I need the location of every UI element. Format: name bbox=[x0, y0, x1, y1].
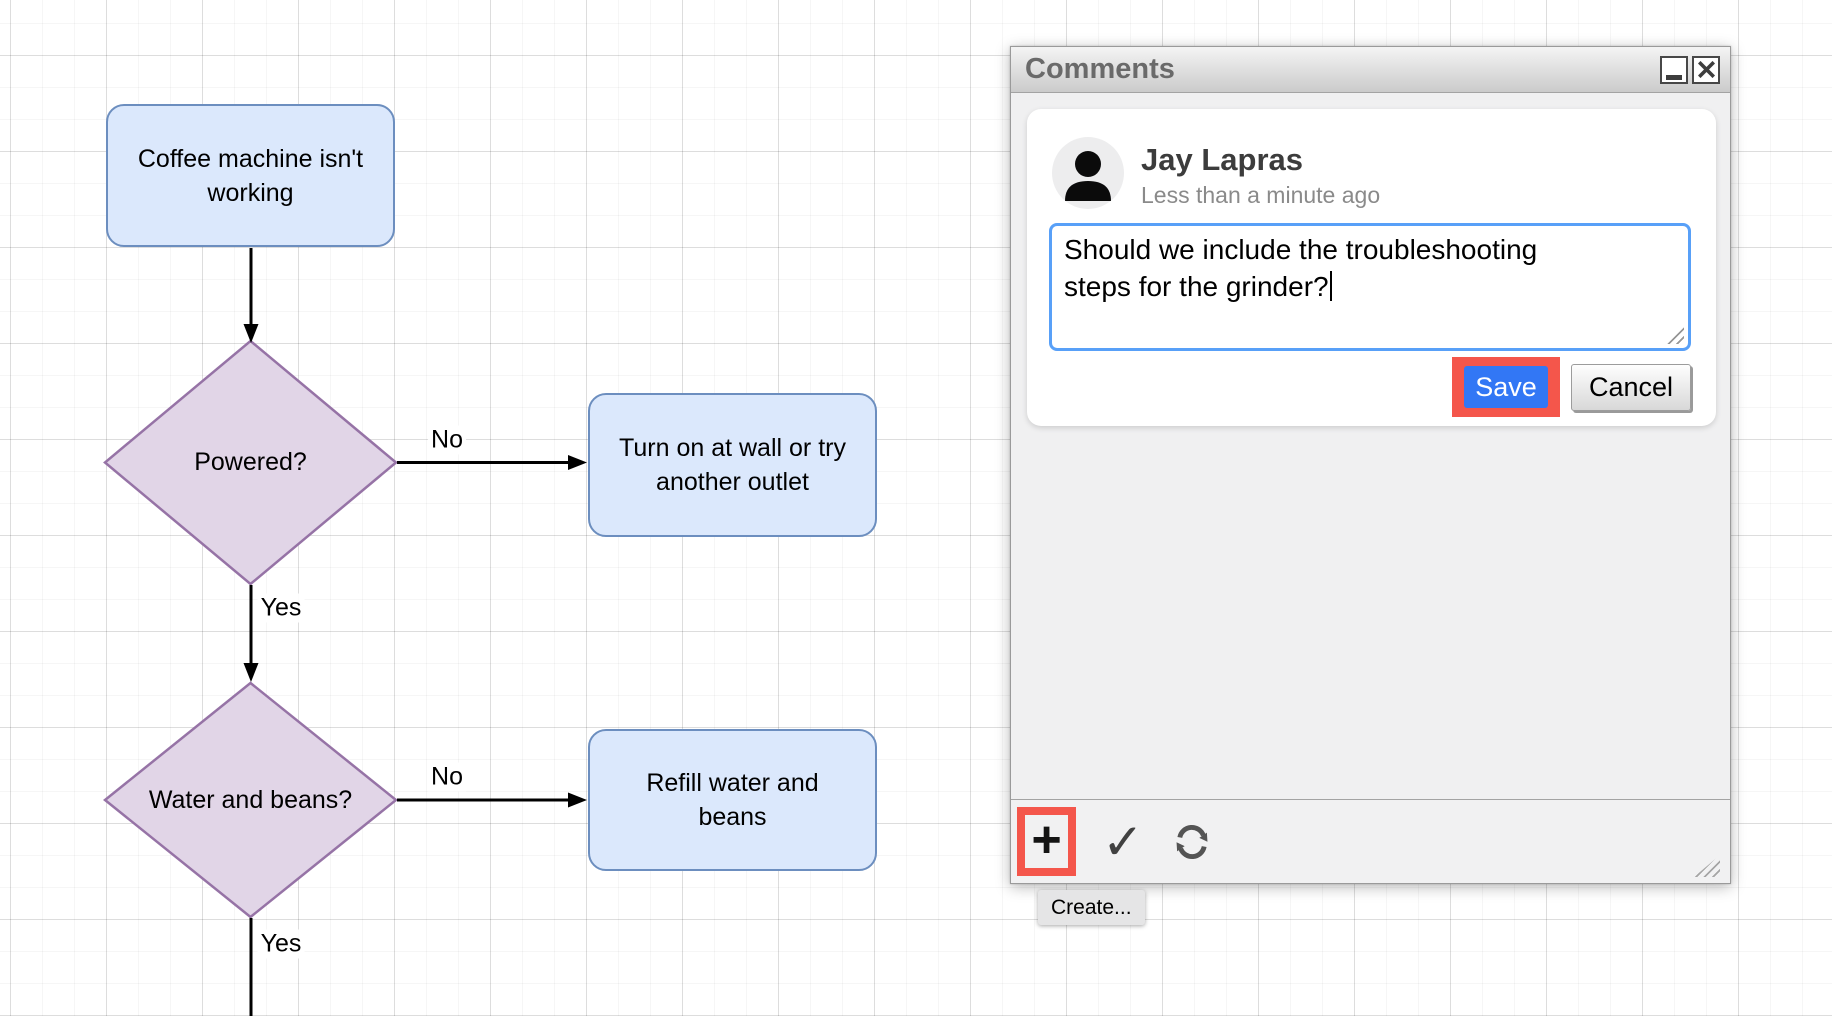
window-controls bbox=[1660, 56, 1720, 84]
arrowhead-powered-no bbox=[568, 455, 587, 470]
text-cursor bbox=[1330, 271, 1333, 301]
comment-meta: Jay Lapras Less than a minute ago bbox=[1141, 137, 1380, 210]
comments-title: Comments bbox=[1025, 53, 1175, 86]
refresh-comments-button[interactable] bbox=[1172, 822, 1212, 862]
node-label: Refill water and beans bbox=[616, 766, 849, 834]
node-label: Coffee machine isn't working bbox=[134, 142, 367, 210]
arrowhead-water-no bbox=[568, 793, 587, 808]
arrowhead-start-powered bbox=[244, 324, 259, 343]
comment-text-input[interactable]: Should we include the troubleshootingste… bbox=[1049, 223, 1691, 351]
create-tooltip: Create... bbox=[1038, 890, 1145, 925]
node-coffee-machine[interactable]: Coffee machine isn't working bbox=[106, 104, 395, 247]
avatar bbox=[1052, 137, 1124, 209]
edge-label-powered-yes[interactable]: Yes bbox=[258, 594, 305, 623]
save-button[interactable]: Save bbox=[1464, 366, 1548, 408]
arrowhead-powered-yes bbox=[244, 663, 259, 682]
textarea-resize-grip[interactable] bbox=[1664, 327, 1684, 344]
minimize-icon bbox=[1666, 75, 1682, 80]
comment-draft-line1: Should we include the troubleshooting bbox=[1064, 231, 1676, 268]
diagram-canvas[interactable]: { "diagram": { "nodes": [ { "label": "Co… bbox=[0, 0, 1832, 1016]
node-label: Turn on at wall or try another outlet bbox=[616, 431, 849, 499]
cancel-button[interactable]: Cancel bbox=[1571, 364, 1691, 411]
person-icon bbox=[1052, 137, 1124, 209]
node-turn-on-wall[interactable]: Turn on at wall or try another outlet bbox=[588, 393, 877, 537]
edge-label-powered-no[interactable]: No bbox=[428, 426, 466, 455]
comment-timestamp: Less than a minute ago bbox=[1141, 181, 1380, 210]
comments-titlebar[interactable]: Comments bbox=[1011, 47, 1730, 93]
edge-label-water-yes[interactable]: Yes bbox=[258, 930, 305, 959]
save-button-highlight: Save bbox=[1452, 357, 1560, 417]
comment-card: Jay Lapras Less than a minute ago Should… bbox=[1027, 109, 1716, 426]
show-resolved-button[interactable]: ✓ bbox=[1102, 817, 1144, 867]
node-water-shape[interactable] bbox=[105, 683, 396, 917]
edge-label-water-no[interactable]: No bbox=[428, 763, 466, 792]
plus-icon: + bbox=[1031, 814, 1061, 866]
comment-author: Jay Lapras bbox=[1141, 141, 1380, 179]
comment-header: Jay Lapras Less than a minute ago bbox=[1052, 137, 1691, 210]
close-icon bbox=[1698, 61, 1715, 78]
minimize-button[interactable] bbox=[1660, 56, 1688, 84]
comments-toolbar: + ✓ bbox=[1011, 799, 1730, 883]
create-button-highlight: + bbox=[1017, 807, 1076, 876]
node-powered-shape[interactable] bbox=[105, 341, 396, 584]
close-button[interactable] bbox=[1692, 56, 1720, 84]
refresh-icon bbox=[1172, 822, 1212, 862]
panel-resize-grip[interactable] bbox=[1694, 855, 1720, 877]
comment-draft-line2: steps for the grinder? bbox=[1064, 271, 1329, 302]
create-comment-button[interactable]: + bbox=[1031, 818, 1061, 866]
comment-actions: Save Cancel bbox=[1452, 357, 1691, 417]
node-refill[interactable]: Refill water and beans bbox=[588, 729, 877, 871]
check-icon: ✓ bbox=[1102, 817, 1144, 867]
comments-panel: Comments Jay Lapras Less than a min bbox=[1010, 46, 1731, 884]
